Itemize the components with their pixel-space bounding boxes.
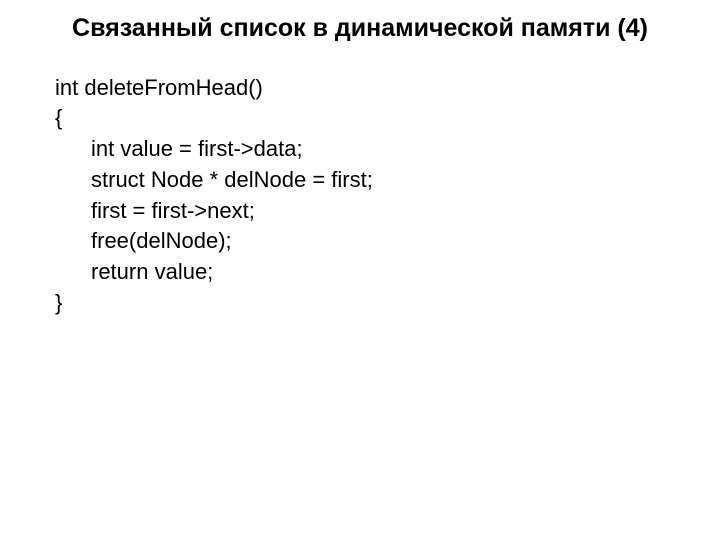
code-line-6: first = first->next; [55, 196, 700, 227]
code-line-10: } [55, 288, 700, 319]
code-line-1: int deleteFromHead() [55, 73, 700, 104]
code-block: int deleteFromHead() { int value = first… [20, 73, 700, 319]
code-line-7: free(delNode); [55, 226, 700, 257]
code-line-4: struct Node * delNode = first; [55, 165, 700, 196]
slide-container: Связанный список в динамической памяти (… [0, 0, 720, 540]
code-line-2: { [55, 103, 700, 134]
code-line-3: int value = first->data; [55, 134, 700, 165]
code-line-9: return value; [55, 257, 700, 288]
slide-title: Связанный список в динамической памяти (… [20, 12, 700, 45]
